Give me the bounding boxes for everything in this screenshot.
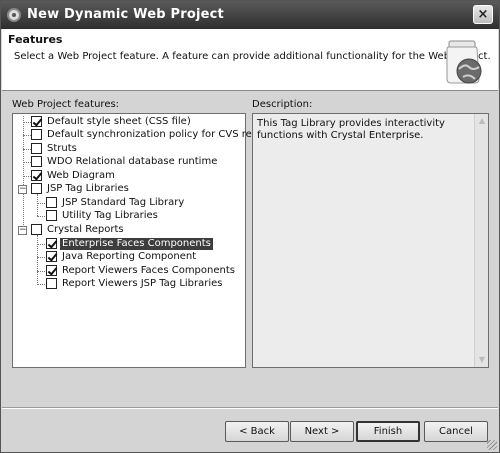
checkbox[interactable] <box>46 251 57 262</box>
feature-label: Struts <box>47 143 77 154</box>
tree-connector <box>37 271 45 272</box>
page-description: Select a Web Project feature. A feature … <box>14 51 491 62</box>
feature-label: Default style sheet (CSS file) <box>47 116 191 127</box>
feature-item[interactable]: Enterprise Faces Components <box>46 238 213 251</box>
tree-connector <box>23 135 31 136</box>
checkbox[interactable] <box>31 156 42 167</box>
feature-item[interactable]: Java Reporting Component <box>46 251 198 264</box>
finish-button[interactable]: Finish <box>356 421 420 442</box>
tree-connector <box>23 122 31 123</box>
tree-connector <box>37 235 38 285</box>
feature-label: Report Viewers Faces Components <box>62 265 235 276</box>
tree-connector <box>23 176 31 177</box>
feature-label: Utility Tag Libraries <box>62 210 158 221</box>
tree-connector <box>23 116 24 231</box>
web-project-jar-globe-icon <box>446 40 482 84</box>
description-label: Description: <box>252 99 313 110</box>
checkbox[interactable] <box>31 224 42 235</box>
header-banner: Features Select a Web Project feature. A… <box>2 29 498 91</box>
page-title: Features <box>8 33 63 46</box>
features-label: Web Project features: <box>12 99 120 110</box>
vertical-scrollbar[interactable]: ▲ ▼ <box>474 114 488 367</box>
feature-item[interactable]: Report Viewers Faces Components <box>46 265 237 278</box>
feature-label: JSP Standard Tag Library <box>62 197 185 208</box>
checkbox[interactable] <box>31 183 42 194</box>
tree-connector <box>37 244 45 245</box>
cancel-button[interactable]: Cancel <box>424 421 488 442</box>
feature-item[interactable]: JSP Standard Tag Library <box>46 197 186 210</box>
feature-item[interactable]: Struts <box>31 143 79 156</box>
next-button[interactable]: Next > <box>290 421 354 442</box>
tree-connector <box>23 149 31 150</box>
tree-connector <box>23 162 31 163</box>
footer-separator <box>2 407 498 409</box>
checkbox[interactable] <box>31 143 42 154</box>
title-bar[interactable]: New Dynamic Web Project × <box>1 1 499 29</box>
checkbox[interactable] <box>46 265 57 276</box>
checkbox[interactable] <box>46 210 57 221</box>
checkbox[interactable] <box>31 170 42 181</box>
feature-label: Web Diagram <box>47 170 115 181</box>
feature-item[interactable]: Web Diagram <box>31 170 117 183</box>
feature-label: Crystal Reports <box>47 224 124 235</box>
scroll-down-icon[interactable]: ▼ <box>477 355 487 365</box>
checkbox[interactable] <box>46 197 57 208</box>
feature-group-crystal-reports[interactable]: Crystal Reports <box>31 224 126 237</box>
description-text: This Tag Library provides interactivity … <box>257 118 445 141</box>
features-tree[interactable]: Default style sheet (CSS file) Default s… <box>12 113 292 368</box>
feature-item[interactable]: Report Viewers JSP Tag Libraries <box>46 278 225 291</box>
feature-label: Report Viewers JSP Tag Libraries <box>62 278 223 289</box>
feature-item[interactable]: Utility Tag Libraries <box>46 210 160 223</box>
app-icon <box>7 8 21 22</box>
checkbox[interactable] <box>46 278 57 289</box>
collapse-toggle-icon[interactable]: − <box>18 185 27 194</box>
checkbox[interactable] <box>31 129 42 140</box>
resize-grip[interactable] <box>487 440 497 450</box>
window-title: New Dynamic Web Project <box>27 7 224 22</box>
feature-label: Java Reporting Component <box>62 251 197 262</box>
close-button[interactable]: × <box>473 5 493 24</box>
tree-connector <box>37 194 38 216</box>
tree-connector <box>37 203 45 204</box>
back-button[interactable]: < Back <box>225 421 289 442</box>
feature-group-jsp-tag-libraries[interactable]: JSP Tag Libraries <box>31 183 131 196</box>
feature-label: Enterprise Faces Components <box>60 238 213 250</box>
tree-connector <box>37 216 45 217</box>
scroll-up-icon[interactable]: ▲ <box>477 116 487 126</box>
checkbox[interactable] <box>46 238 57 249</box>
tree-connector <box>37 257 45 258</box>
checkbox[interactable] <box>31 116 42 127</box>
description-panel: This Tag Library provides interactivity … <box>252 113 489 368</box>
collapse-toggle-icon[interactable]: − <box>18 226 27 235</box>
tree-connector <box>37 284 45 285</box>
feature-item[interactable]: Default style sheet (CSS file) <box>31 116 193 129</box>
dialog-window: New Dynamic Web Project × Features Selec… <box>0 0 500 453</box>
feature-label: JSP Tag Libraries <box>47 183 129 194</box>
feature-item[interactable]: WDO Relational database runtime <box>31 156 219 169</box>
feature-label: WDO Relational database runtime <box>47 156 218 167</box>
